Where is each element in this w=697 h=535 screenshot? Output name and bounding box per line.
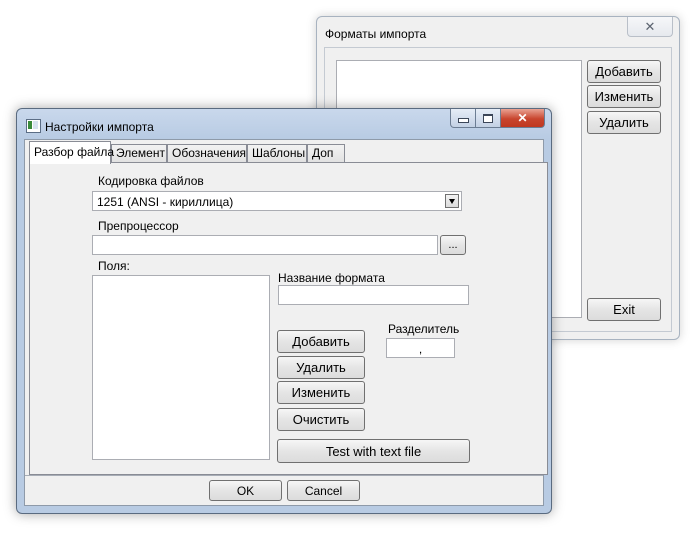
close-icon: ✕ (517, 111, 528, 125)
field-delete-button[interactable]: Удалить (277, 356, 365, 379)
field-clear-button[interactable]: Очистить (277, 408, 365, 431)
import-settings-window: Настройки импорта ✕ Разбор файла Элемент… (16, 108, 552, 514)
close-icon: ✕ (644, 19, 656, 34)
field-add-button[interactable]: Добавить (277, 330, 365, 353)
caption-buttons: ✕ (450, 109, 545, 128)
fields-label: Поля: (98, 259, 130, 273)
chevron-down-icon[interactable] (445, 194, 459, 208)
cancel-button[interactable]: Cancel (287, 480, 360, 501)
formats-window-title: Форматы импорта (325, 27, 427, 41)
ok-button[interactable]: OK (209, 480, 282, 501)
tab-file-parsing[interactable]: Разбор файла (29, 141, 114, 164)
formats-window-titlebar[interactable]: Форматы импорта ✕ (317, 17, 679, 47)
formats-window-close-button[interactable]: ✕ (627, 17, 673, 37)
separator-input[interactable]: , (386, 338, 455, 358)
tab-panel-file-parsing: Кодировка файлов 1251 (ANSI - кириллица)… (29, 162, 548, 475)
dialog-button-bar: OK Cancel (25, 475, 543, 505)
encoding-select[interactable]: 1251 (ANSI - кириллица) (92, 191, 462, 211)
maximize-button[interactable] (476, 109, 501, 128)
encoding-label: Кодировка файлов (98, 174, 204, 188)
formats-delete-button[interactable]: Удалить (587, 111, 661, 134)
fields-list[interactable] (92, 275, 270, 460)
preprocessor-browse-button[interactable]: ... (440, 235, 466, 255)
import-settings-title: Настройки импорта (45, 120, 154, 134)
formats-exit-button[interactable]: Exit (587, 298, 661, 321)
tab-templates[interactable]: Шаблоны (247, 144, 307, 163)
formats-edit-button[interactable]: Изменить (587, 85, 661, 108)
tab-extra[interactable]: Доп (307, 144, 345, 163)
preprocessor-label: Препроцессор (98, 219, 179, 233)
import-settings-client: Разбор файла Элемент Обозначения Шаблоны… (24, 139, 548, 506)
preprocessor-input[interactable] (92, 235, 438, 255)
encoding-select-value: 1251 (ANSI - кириллица) (97, 195, 234, 209)
field-edit-button[interactable]: Изменить (277, 381, 365, 404)
minimize-button[interactable] (450, 109, 476, 128)
test-with-text-file-button[interactable]: Test with text file (277, 439, 470, 463)
tab-designations[interactable]: Обозначения (167, 144, 247, 163)
app-icon (26, 119, 41, 133)
import-settings-titlebar[interactable]: Настройки импорта ✕ (17, 109, 551, 139)
format-name-label: Название формата (278, 271, 385, 285)
maximize-icon (483, 113, 493, 123)
separator-value: , (418, 342, 423, 356)
close-button[interactable]: ✕ (501, 109, 545, 128)
formats-add-button[interactable]: Добавить (587, 60, 661, 83)
separator-label: Разделитель (388, 322, 460, 336)
format-name-input[interactable] (278, 285, 469, 305)
tab-element[interactable]: Элемент (111, 144, 167, 163)
minimize-icon (457, 117, 469, 123)
